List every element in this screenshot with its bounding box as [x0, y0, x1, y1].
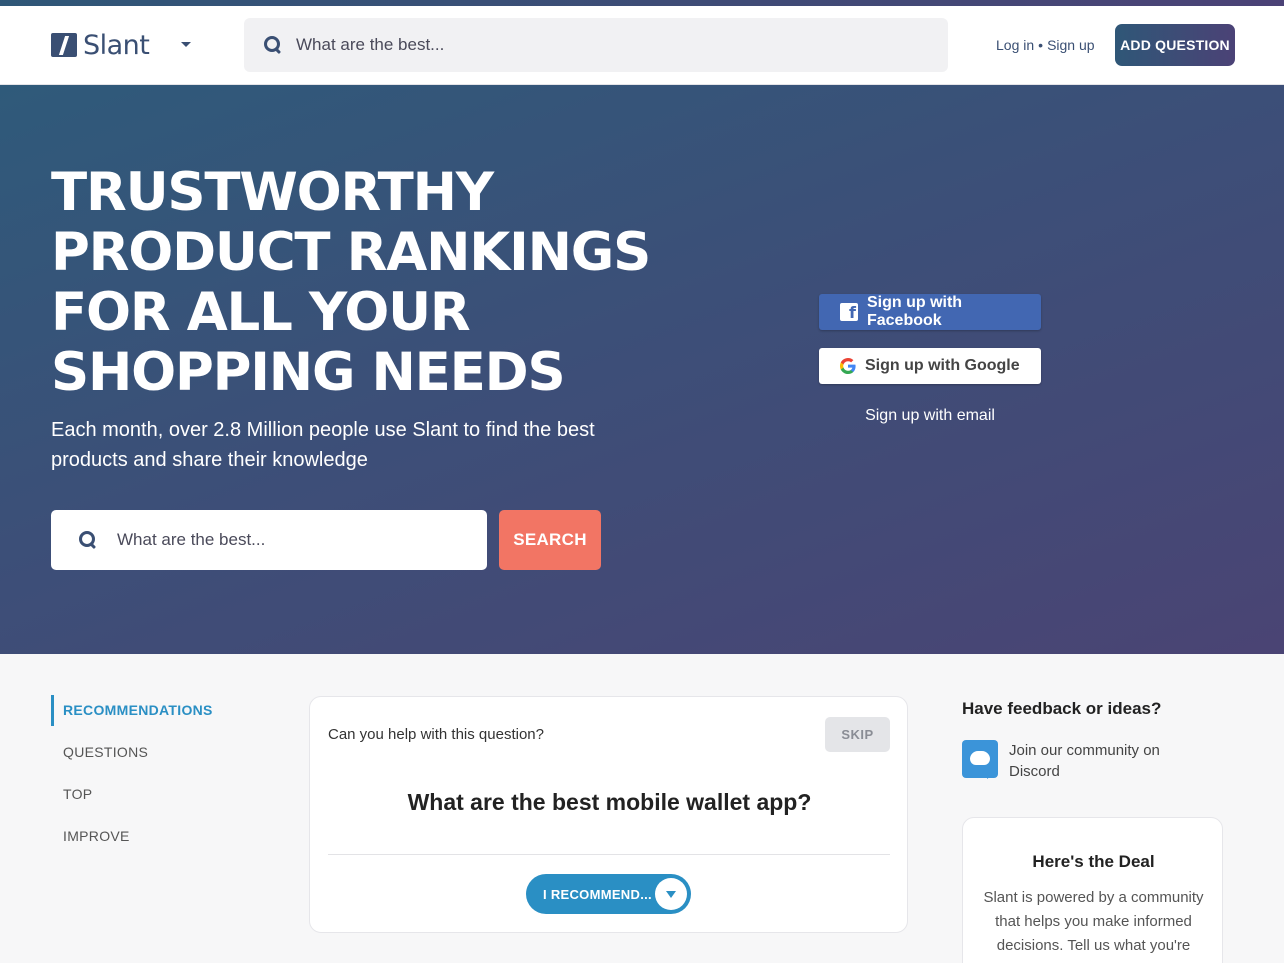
chevron-down-icon[interactable]: [181, 42, 191, 47]
slant-logo-mark-icon: [51, 33, 77, 57]
hero-title-line: FOR ALL YOUR: [51, 282, 471, 343]
signup-email-link[interactable]: Sign up with email: [819, 407, 1041, 425]
recommend-button[interactable]: I RECOMMEND...: [526, 874, 691, 914]
sidebar-item-top[interactable]: TOP: [51, 779, 251, 810]
sidebar-item-recommendations[interactable]: RECOMMENDATIONS: [51, 695, 251, 726]
skip-button[interactable]: SKIP: [825, 717, 890, 752]
chevron-down-icon[interactable]: [655, 878, 687, 910]
question-title[interactable]: What are the best mobile wallet app?: [310, 789, 909, 816]
search-icon: [79, 531, 97, 549]
site-header: Slant Log in • Sign up ADD QUESTION: [0, 6, 1284, 85]
google-button-label: Sign up with Google: [865, 357, 1020, 374]
deal-card: Here's the Deal Slant is powered by a co…: [962, 817, 1223, 963]
slant-logo[interactable]: Slant: [51, 29, 150, 61]
feedback-title: Have feedback or ideas?: [962, 699, 1162, 718]
recommend-button-label: I RECOMMEND...: [543, 886, 652, 902]
signup-link[interactable]: Sign up: [1047, 37, 1094, 53]
hero-search-button[interactable]: SEARCH: [499, 510, 601, 570]
discord-link[interactable]: Join our community on Discord: [1009, 740, 1169, 782]
hero-search-bar[interactable]: [51, 510, 487, 570]
discord-icon[interactable]: [962, 740, 998, 779]
question-card: Can you help with this question? SKIP Wh…: [309, 696, 908, 933]
signup-facebook-button[interactable]: f Sign up with Facebook: [819, 294, 1041, 330]
divider: [328, 854, 890, 855]
logo-text: Slant: [83, 29, 150, 61]
sidebar-item-questions[interactable]: QUESTIONS: [51, 737, 251, 768]
hero-search-input[interactable]: [117, 530, 437, 550]
auth-separator: •: [1038, 37, 1044, 53]
header-search-input[interactable]: [296, 35, 896, 55]
add-question-button[interactable]: ADD QUESTION: [1115, 24, 1235, 66]
hero-title-line: SHOPPING NEEDS: [51, 342, 566, 403]
hero-section: TRUSTWORTHY PRODUCT RANKINGS FOR ALL YOU…: [0, 85, 1284, 654]
deal-title: Here's the Deal: [1032, 852, 1155, 871]
search-icon: [264, 36, 282, 54]
hero-title-line: PRODUCT RANKINGS: [51, 222, 651, 283]
header-search-bar[interactable]: [244, 18, 948, 72]
deal-body: Slant is powered by a community that hel…: [983, 889, 1204, 954]
sidebar-nav: RECOMMENDATIONS QUESTIONS TOP IMPROVE: [51, 695, 251, 863]
hero-title-line: TRUSTWORTHY: [51, 162, 494, 223]
google-icon: [840, 358, 856, 374]
hero-subtitle: Each month, over 2.8 Million people use …: [51, 419, 595, 471]
signup-google-button[interactable]: Sign up with Google: [819, 348, 1041, 384]
facebook-icon: f: [840, 303, 858, 321]
login-link[interactable]: Log in: [996, 37, 1034, 53]
hero-title: TRUSTWORTHY PRODUCT RANKINGS FOR ALL YOU…: [51, 163, 651, 403]
question-card-prompt: Can you help with this question?: [328, 726, 544, 743]
auth-links: Log in • Sign up: [996, 37, 1095, 53]
facebook-button-label: Sign up with Facebook: [866, 294, 963, 329]
sidebar-item-improve[interactable]: IMPROVE: [51, 821, 251, 852]
